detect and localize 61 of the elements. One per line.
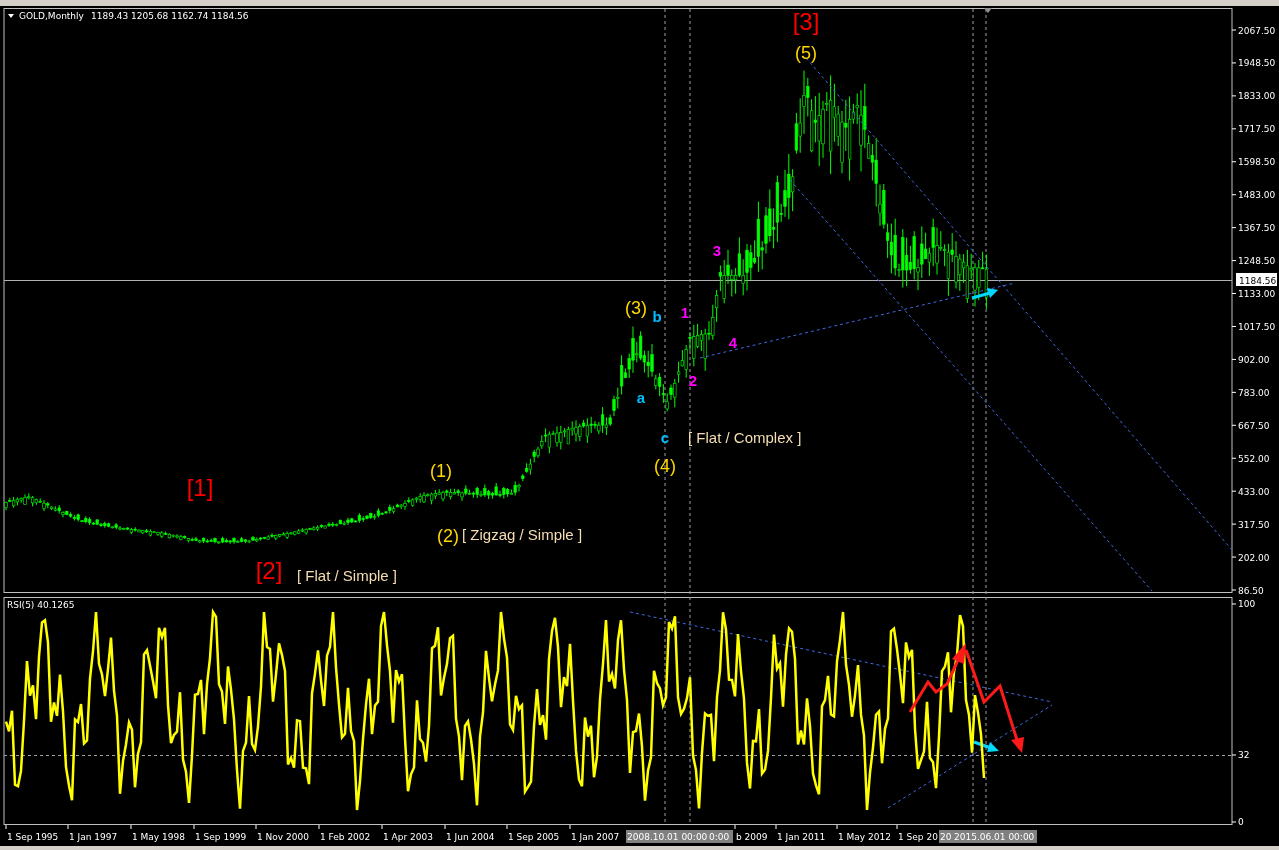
time-marker-label: 0:00 [708, 830, 733, 843]
current-price-label: 1184.56 [1236, 273, 1277, 286]
chart-symbol: GOLD,Monthly [19, 11, 84, 21]
time-marker-label: 20 [939, 830, 953, 843]
wave-label: [ Flat / Complex ] [688, 429, 802, 446]
time-label: 1 Sep 2005 [508, 832, 560, 842]
price-tick-label: 1833.00 [1238, 91, 1276, 102]
price-tick-label: 1017.50 [1238, 321, 1276, 332]
time-label: 1 Sep 20 [898, 832, 938, 842]
time-label: 1 Nov 2000 [257, 832, 309, 842]
time-label: 1 Jan 1997 [69, 832, 118, 842]
time-label: b 2009 [736, 832, 768, 842]
wave-label: 1 [680, 304, 690, 321]
wave-label: (3) [625, 298, 647, 318]
wave-label: b [652, 308, 662, 325]
price-tick-label: 1483.00 [1238, 190, 1276, 201]
wave-label: (4) [654, 456, 676, 476]
price-tick-label: 1717.50 [1238, 124, 1276, 135]
price-tick-label: 1598.50 [1238, 157, 1276, 168]
time-label: 1 Apr 2003 [383, 832, 433, 842]
price-tick-label: 1367.50 [1238, 223, 1276, 234]
price-tick-label: 902.00 [1238, 354, 1270, 365]
price-tick-label: 783.00 [1238, 387, 1270, 398]
price-tick-label: 433.00 [1238, 486, 1270, 497]
wave-label: a [636, 389, 646, 406]
time-label: 1 Sep 1999 [195, 832, 247, 842]
price-tick-label: 1133.00 [1238, 289, 1276, 300]
wave-label: [3] [792, 8, 820, 35]
ohlc-values: 1189.43 1205.68 1162.74 1184.56 [91, 11, 249, 21]
time-label: 1 Jun 2004 [446, 832, 495, 842]
price-tick-label: 1248.50 [1238, 256, 1276, 267]
indicator-title: RSI(5) 40.1265 [7, 600, 75, 610]
price-tick-label: 2067.50 [1238, 25, 1276, 36]
wave-label: [ Zigzag / Simple ] [462, 526, 583, 543]
price-tick-label: 552.00 [1238, 453, 1270, 464]
price-tick-label: 86.50 [1238, 585, 1264, 596]
time-label: 1 Jan 2011 [777, 832, 826, 842]
wave-label: (2) [437, 526, 459, 546]
time-label: 1 Feb 2002 [320, 832, 371, 842]
wave-label: [ Flat / Simple ] [297, 567, 398, 584]
wave-label: 4 [728, 334, 738, 351]
time-label: 1 May 1998 [132, 832, 185, 842]
wave-label: (1) [430, 461, 452, 481]
wave-label: [1] [186, 474, 214, 501]
rsi-tick-label: 0 [1238, 817, 1244, 827]
time-label: 1 Jan 2007 [571, 832, 620, 842]
price-tick-label: 667.50 [1238, 420, 1270, 431]
wave-label: [2] [255, 557, 283, 584]
time-label: 1 Sep 1995 [7, 832, 59, 842]
rsi-tick-label: 32 [1238, 750, 1250, 760]
wave-label: (5) [795, 43, 817, 63]
time-marker-label: 2015.06.01 00:00 [953, 830, 1037, 843]
wave-label: c [660, 429, 670, 446]
wave-label: 2 [688, 372, 698, 389]
time-label: 1 May 2012 [838, 832, 891, 842]
price-tick-label: 1948.50 [1238, 58, 1276, 69]
price-tick-label: 202.00 [1238, 552, 1270, 563]
rsi-tick-label: 100 [1238, 599, 1256, 609]
wave-label: 3 [712, 242, 722, 259]
time-marker-label: 2008.10.01 00:00 [626, 830, 708, 843]
price-tick-label: 317.50 [1238, 519, 1270, 530]
